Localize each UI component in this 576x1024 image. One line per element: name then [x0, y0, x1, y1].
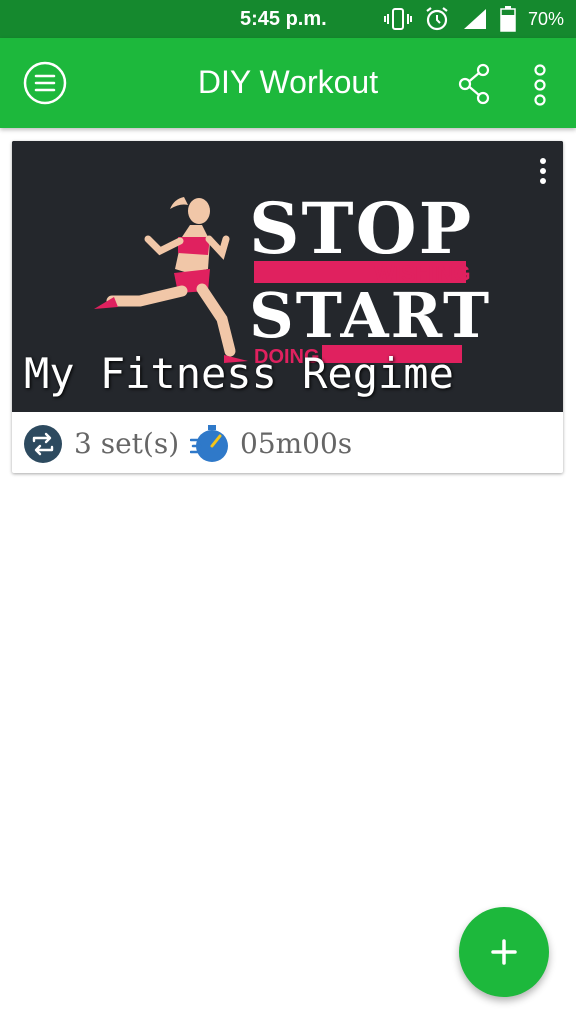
battery-icon [500, 6, 516, 32]
vibrate-icon [383, 8, 412, 30]
poster-line-start: START [249, 279, 491, 352]
more-vert-icon [534, 64, 546, 106]
add-icon [491, 939, 517, 965]
workout-card[interactable]: STOP WISHING START DOING My Fitness Regi… [12, 141, 563, 473]
menu-icon [23, 61, 67, 105]
signal-icon [463, 9, 486, 29]
sets-count: 3 set(s) [74, 427, 180, 460]
more-options-button[interactable] [526, 62, 554, 108]
status-bar: 5:45 p.m. 70% [0, 0, 576, 38]
status-time: 5:45 p.m. [240, 8, 327, 30]
add-workout-button[interactable] [459, 907, 549, 997]
more-vert-icon [540, 158, 546, 184]
workout-cover-image: STOP WISHING START DOING My Fitness Regi… [12, 141, 563, 412]
app-bar: DIY Workout [0, 38, 576, 128]
stopwatch-icon [190, 425, 228, 462]
share-icon [458, 63, 490, 105]
card-more-button[interactable] [533, 155, 553, 187]
workout-title: My Fitness Regime [24, 349, 454, 398]
workout-duration: 05m00s [240, 427, 353, 460]
battery-percent: 70% [527, 8, 564, 29]
repeat-icon [24, 425, 62, 463]
menu-button[interactable] [22, 60, 68, 106]
card-footer: 3 set(s) 05m00s [12, 412, 563, 473]
share-button[interactable] [456, 62, 492, 106]
status-icons: 70% [383, 6, 564, 32]
poster-line-stop: STOP [249, 187, 473, 270]
alarm-icon [426, 7, 448, 31]
